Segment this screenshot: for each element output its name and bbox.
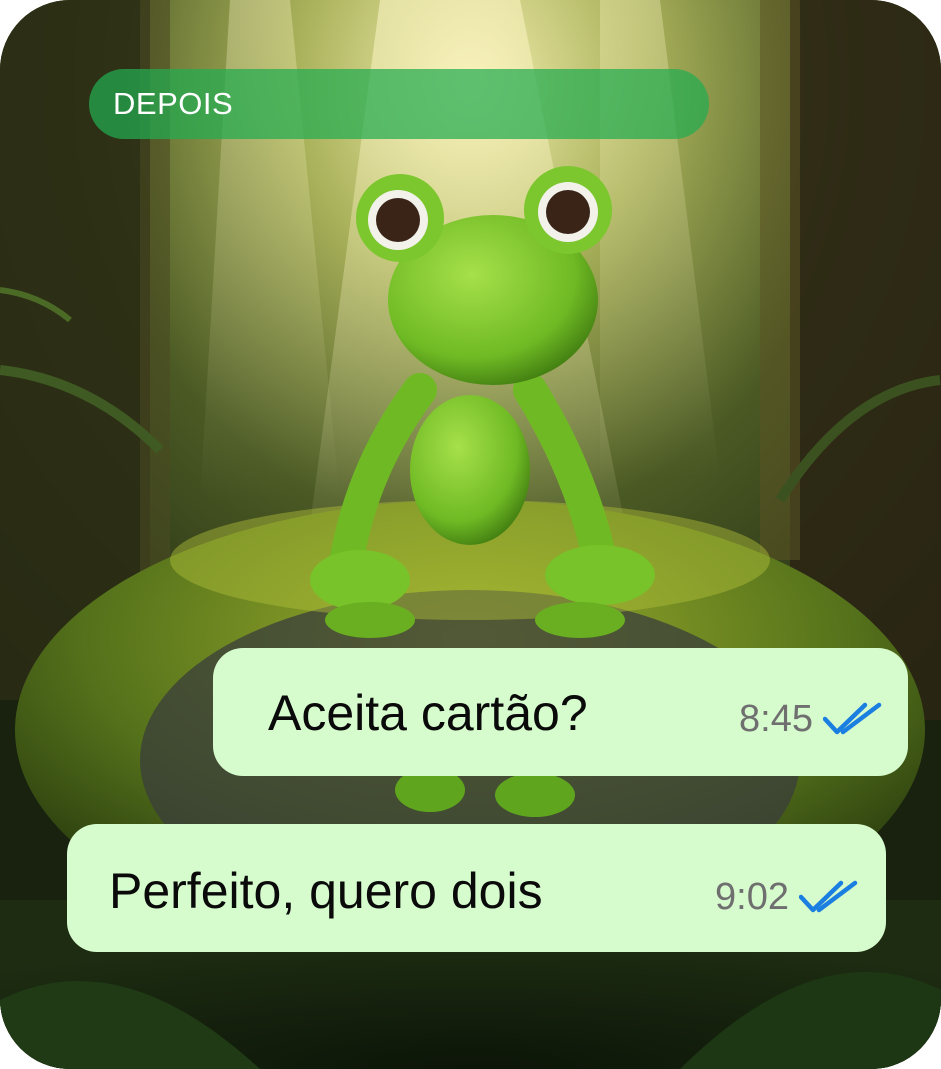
message-text: Perfeito, quero dois [109,863,543,919]
double-check-icon [799,880,859,914]
message-bubble[interactable]: Aceita cartão? 8:45 [213,648,908,776]
photo-card: DEPOIS Aceita cartão? 8:45 Perfeito, que… [0,0,941,1069]
depois-label: DEPOIS [89,69,709,139]
message-time: 9:02 [715,876,789,918]
message-text: Aceita cartão? [268,685,588,741]
message-bubble[interactable]: Perfeito, quero dois 9:02 [67,824,886,952]
message-meta: 8:45 [739,700,883,738]
message-time: 8:45 [739,698,813,740]
depois-label-text: DEPOIS [113,86,234,121]
message-meta: 9:02 [715,878,859,916]
double-check-icon [823,702,883,736]
